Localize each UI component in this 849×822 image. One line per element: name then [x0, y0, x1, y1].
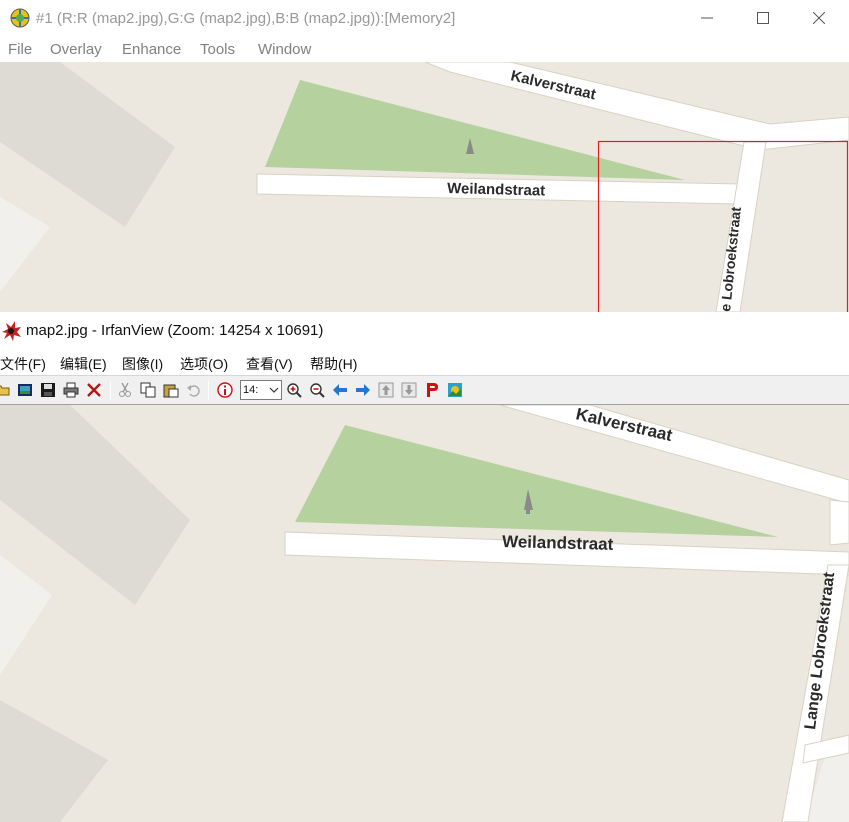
- map-image: Kalverstraat Weilandstraat e Lobroekstra…: [0, 62, 849, 312]
- save-button[interactable]: [39, 381, 57, 399]
- building-shape: [0, 197, 50, 292]
- toolbar: 14:: [0, 375, 849, 405]
- minimize-button[interactable]: [679, 0, 735, 36]
- first-icon: [378, 382, 394, 398]
- building-shape: [0, 62, 175, 227]
- zoom-in-button[interactable]: [285, 381, 303, 399]
- undo-icon: [187, 385, 200, 397]
- window-titlebar[interactable]: map2.jpg - IrfanView (Zoom: 14254 x 1069…: [0, 312, 849, 350]
- print-button[interactable]: [62, 381, 80, 399]
- menu-view[interactable]: 查看(V): [246, 354, 293, 374]
- thumbnails-icon: [18, 384, 32, 396]
- tree-icon: [526, 509, 530, 514]
- paint-button[interactable]: [423, 381, 441, 399]
- menu-file[interactable]: 文件(F): [0, 354, 46, 374]
- minimize-icon: [701, 17, 713, 19]
- save-icon: [41, 383, 55, 397]
- undo-button[interactable]: [185, 381, 203, 399]
- copy-button[interactable]: [139, 381, 157, 399]
- menu-image[interactable]: 图像(I): [122, 354, 163, 374]
- info-button[interactable]: [216, 381, 234, 399]
- first-button[interactable]: [377, 381, 395, 399]
- irfanview-window: map2.jpg - IrfanView (Zoom: 14254 x 1069…: [0, 312, 849, 822]
- menu-file[interactable]: File: [8, 41, 32, 58]
- chevron-down-icon: [269, 387, 279, 393]
- zoom-out-button[interactable]: [308, 381, 326, 399]
- street-label-weilandstraat: Weilandstraat: [502, 532, 614, 554]
- copy-icon: [140, 382, 156, 398]
- toolbar-separator: [110, 381, 111, 400]
- app-logo-icon: [10, 8, 30, 28]
- info-icon: [217, 382, 233, 398]
- menu-enhance[interactable]: Enhance: [122, 41, 181, 58]
- irfanview-logo-icon: [0, 320, 22, 342]
- menu-bar: 文件(F) 编辑(E) 图像(I) 选项(O) 查看(V) 帮助(H): [0, 352, 849, 374]
- maximize-button[interactable]: [735, 0, 791, 36]
- overlay-window: #1 (R:R (map2.jpg),G:G (map2.jpg),B:B (m…: [0, 0, 849, 312]
- building-shape: [0, 700, 108, 822]
- about-icon: [448, 383, 462, 397]
- zoom-in-icon: [287, 383, 302, 398]
- window-title: #1 (R:R (map2.jpg),G:G (map2.jpg),B:B (m…: [36, 10, 456, 27]
- close-icon: [813, 12, 825, 24]
- image-view[interactable]: Kalverstraat Weilandstraat Lange Lobroek…: [0, 405, 849, 822]
- menu-overlay[interactable]: Overlay: [50, 41, 102, 58]
- building-shape: [0, 555, 52, 675]
- menu-tools[interactable]: Tools: [200, 41, 235, 58]
- menu-edit[interactable]: 编辑(E): [60, 354, 107, 374]
- menu-bar: File Overlay Enhance Tools Window: [0, 38, 849, 62]
- print-icon: [63, 382, 79, 398]
- close-button[interactable]: [791, 0, 847, 36]
- paste-icon: [163, 384, 179, 398]
- map-image: Kalverstraat Weilandstraat Lange Lobroek…: [0, 405, 849, 822]
- zoom-value: 14:: [243, 384, 259, 396]
- next-button[interactable]: [354, 381, 372, 399]
- last-button[interactable]: [400, 381, 418, 399]
- zoom-out-icon: [310, 383, 325, 398]
- menu-window[interactable]: Window: [258, 41, 311, 58]
- delete-button[interactable]: [85, 381, 103, 399]
- delete-icon: [87, 383, 101, 397]
- street-label-weilandstraat: Weilandstraat: [447, 180, 546, 200]
- window-titlebar[interactable]: #1 (R:R (map2.jpg),G:G (map2.jpg),B:B (m…: [0, 0, 849, 36]
- open-icon: [0, 385, 10, 396]
- menu-options[interactable]: 选项(O): [180, 354, 228, 374]
- open-button[interactable]: [0, 381, 12, 399]
- zoom-dropdown[interactable]: 14:: [240, 380, 282, 400]
- maximize-icon: [757, 12, 769, 24]
- menu-help[interactable]: 帮助(H): [310, 354, 357, 374]
- toolbar-separator: [208, 381, 209, 400]
- thumbnails-button[interactable]: [16, 381, 34, 399]
- previous-icon: [333, 384, 347, 396]
- cut-icon: [119, 382, 131, 397]
- road-shape: [829, 499, 849, 546]
- paint-icon: [427, 383, 438, 397]
- previous-button[interactable]: [331, 381, 349, 399]
- image-view[interactable]: Kalverstraat Weilandstraat e Lobroekstra…: [0, 62, 849, 312]
- next-icon: [356, 384, 370, 396]
- about-button[interactable]: [446, 381, 464, 399]
- cut-button[interactable]: [116, 381, 134, 399]
- last-icon: [401, 382, 417, 398]
- window-title: map2.jpg - IrfanView (Zoom: 14254 x 1069…: [26, 322, 324, 339]
- paste-button[interactable]: [162, 381, 180, 399]
- building-shape: [0, 405, 190, 605]
